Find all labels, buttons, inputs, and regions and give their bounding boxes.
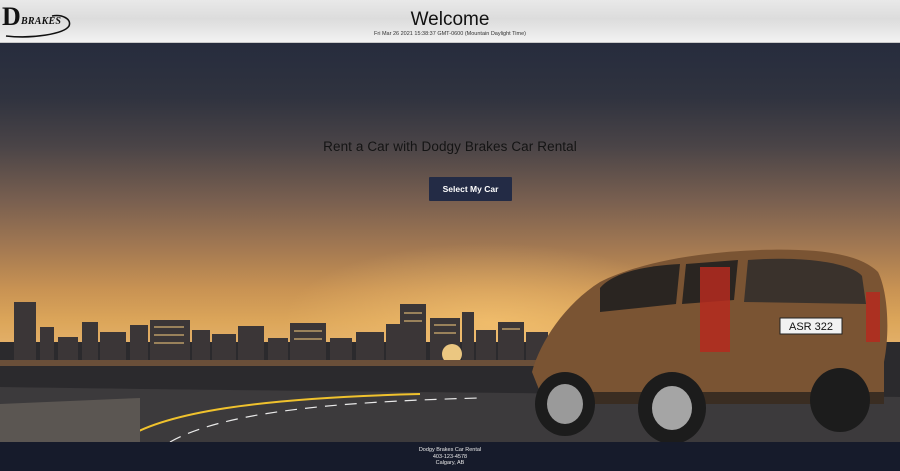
hero-tagline: Rent a Car with Dodgy Brakes Car Rental xyxy=(323,139,577,154)
hero-banner: ASR 322 Rent a Car with Dodgy Brakes Car… xyxy=(0,42,900,442)
license-plate: ASR 322 xyxy=(789,321,833,333)
footer-phone: 403-123-4578 xyxy=(432,453,468,460)
site-footer: Dodgy Brakes Car Rental 403-123-4578 Cal… xyxy=(0,442,900,471)
footer-location: Calgary, AB xyxy=(435,460,465,467)
page-title: Welcome xyxy=(410,9,490,30)
current-datetime: Fri Mar 26 2021 15:38:37 GMT-0600 (Mount… xyxy=(374,31,526,37)
select-my-car-button[interactable]: Select My Car xyxy=(429,177,512,201)
city-and-car-illustration: ASR 322 xyxy=(0,249,900,442)
footer-company: Dodgy Brakes Car Rental xyxy=(418,447,482,453)
site-header: D BRAKES Welcome Fri Mar 26 2021 15:38:3… xyxy=(0,0,900,42)
